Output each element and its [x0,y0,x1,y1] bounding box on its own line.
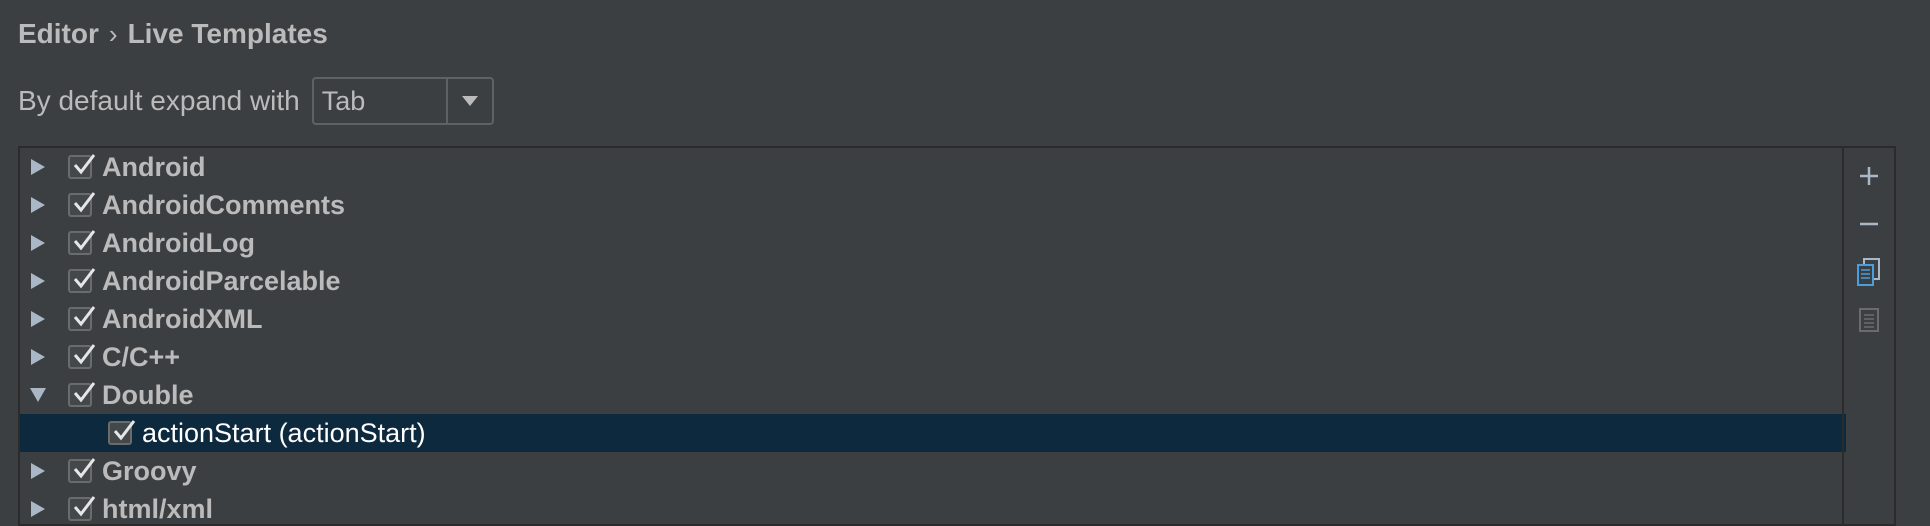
tree-template-actionstart[interactable]: actionStart (actionStart) [20,414,1846,452]
breadcrumb-separator: › [108,18,118,49]
tree-group-label: C/C++ [102,341,181,372]
breadcrumb-parent[interactable]: Editor [18,18,99,50]
tree-group-androidparcelable[interactable]: AndroidParcelable [20,262,1846,300]
tree-group-label: Double [102,379,194,410]
tree-group-label: html/xml [102,493,214,524]
tree-group-label: AndroidXML [102,303,263,334]
templates-tree[interactable]: Android AndroidComments AndroidLog Andro… [20,148,1846,524]
group-checkbox[interactable] [68,382,96,407]
expand-arrow-icon[interactable] [20,452,56,490]
tree-group-label: AndroidParcelable [102,265,341,296]
tree-group-c-cpp[interactable]: C/C++ [20,338,1846,376]
expand-with-value[interactable]: Tab [314,79,446,123]
copy-icon[interactable] [1849,252,1889,292]
group-checkbox[interactable] [68,496,96,521]
tree-group-label: AndroidLog [102,227,255,258]
tree-group-android[interactable]: Android [20,148,1846,186]
group-checkbox[interactable] [68,344,96,369]
restore-defaults-icon[interactable] [1849,300,1889,340]
tree-group-label: Groovy [102,455,197,486]
group-checkbox[interactable] [68,230,96,255]
breadcrumb: Editor › Live Templates [18,18,328,50]
tree-group-androidcomments[interactable]: AndroidComments [20,186,1846,224]
template-checkbox[interactable] [108,420,136,445]
minus-icon[interactable] [1849,204,1889,244]
expand-arrow-icon[interactable] [20,338,56,376]
expand-arrow-icon[interactable] [20,186,56,224]
page-title: Live Templates [127,18,328,49]
expand-arrow-icon[interactable] [20,224,56,262]
expand-arrow-icon[interactable] [20,262,56,300]
tree-template-label: actionStart (actionStart) [142,417,426,448]
tree-group-label: Android [102,151,206,182]
plus-icon[interactable] [1849,156,1889,196]
tree-group-groovy[interactable]: Groovy [20,452,1846,490]
expand-with-row: By default expand with Tab [18,76,494,126]
expand-with-dropdown[interactable]: Tab [311,77,494,125]
group-checkbox[interactable] [68,458,96,483]
group-checkbox[interactable] [68,306,96,331]
group-checkbox[interactable] [68,192,96,217]
tree-group-androidxml[interactable]: AndroidXML [20,300,1846,338]
expand-arrow-icon[interactable] [20,300,56,338]
tree-group-double[interactable]: Double [20,376,1846,414]
expand-arrow-icon[interactable] [20,148,56,186]
expand-with-label: By default expand with [18,85,300,116]
group-checkbox[interactable] [68,154,96,179]
expand-arrow-icon[interactable] [20,490,56,524]
tree-group-androidlog[interactable]: AndroidLog [20,224,1846,262]
templates-panel: Android AndroidComments AndroidLog Andro… [18,146,1896,526]
group-checkbox[interactable] [68,268,96,293]
dropdown-arrow-icon[interactable] [445,79,492,123]
collapse-arrow-icon[interactable] [20,376,56,414]
tree-group-label: AndroidComments [102,189,345,220]
tree-toolbar [1842,148,1894,524]
tree-group-html-xml[interactable]: html/xml [20,490,1846,524]
